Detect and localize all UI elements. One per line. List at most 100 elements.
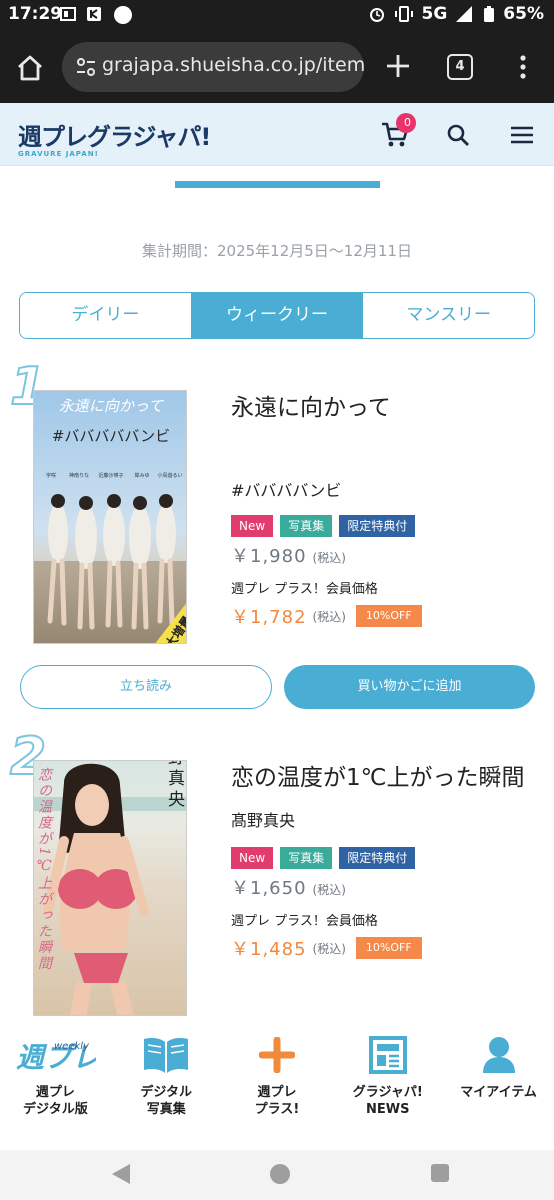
section-title-underline	[175, 181, 380, 188]
tab-daily[interactable]: デイリー	[20, 293, 191, 338]
cover-title: 永遠に向かって	[59, 397, 164, 415]
home-icon[interactable]	[14, 52, 46, 84]
member-price-label: 週プレ プラス！会員価格	[231, 914, 378, 929]
add-to-cart-button[interactable]: 買い物かごに追加	[284, 665, 535, 709]
product-title[interactable]: 永遠に向かって	[231, 391, 531, 425]
badge-row: New 写真集 限定特典付	[231, 847, 531, 869]
nav-label: 週プレ プラス!	[254, 1085, 300, 1117]
product-info: 恋の温度が1℃上がった瞬間 髙野真央 New 写真集 限定特典付 ￥1,650 (…	[231, 761, 531, 961]
cart-count-badge: 0	[396, 113, 416, 133]
search-icon[interactable]	[446, 123, 470, 147]
status-time: 17:29	[8, 4, 63, 24]
product-cover[interactable]: 永遠に向かって #バババババンビ 宇咲 神南りな 近藤沙瑛子 岸みゆ 小鳥遊るい…	[33, 390, 187, 644]
hamburger-menu-icon[interactable]	[510, 125, 534, 145]
battery-icon	[484, 6, 495, 22]
user-icon	[482, 1037, 515, 1073]
cover-name: 神南りな	[69, 472, 89, 479]
cart-button[interactable]: 0	[380, 113, 416, 151]
cover-name: 岸みゆ	[134, 472, 149, 479]
discount-badge: 10%OFF	[355, 937, 422, 959]
url-text: grajapa.shueisha.co.jp/item	[102, 54, 364, 76]
address-bar[interactable]: grajapa.shueisha.co.jp/item	[62, 42, 364, 92]
discount-badge: 10%OFF	[355, 605, 422, 627]
category-badge: 写真集	[280, 515, 333, 537]
product-title[interactable]: 恋の温度が1℃上がった瞬間	[231, 761, 531, 795]
ranking-period: 集計期間：2025年12月5日〜12月11日	[142, 242, 412, 260]
nav-label: マイアイテム	[460, 1085, 537, 1100]
site-header: 週プレグラジャパ! GRAVURE JAPAN! 0	[0, 103, 554, 166]
newspaper-icon	[368, 1036, 407, 1074]
tax-label: (税込)	[312, 609, 346, 624]
gallery-icon	[60, 7, 76, 21]
nav-digital-photobook[interactable]: デジタル 写真集	[111, 1016, 222, 1150]
recents-icon[interactable]	[431, 1164, 449, 1182]
nav-weekly-digital[interactable]: 週プレ weekly 週プレ デジタル版	[0, 1016, 111, 1150]
cover-name: 宇咲	[46, 472, 56, 479]
cover-image: 永遠に向かって #バババババンビ 宇咲 神南りな 近藤沙瑛子 岸みゆ 小鳥遊るい…	[34, 391, 186, 643]
nav-label: デジタル 写真集	[140, 1085, 193, 1117]
tab-monthly[interactable]: マンスリー	[362, 293, 534, 338]
browser-chrome: 17:29 5G 65% grajapa.shueisha.co.jp/item…	[0, 0, 554, 103]
member-price: ￥1,485 (税込) 10%OFF	[231, 935, 531, 961]
open-book-icon	[144, 1038, 189, 1073]
url-row: grajapa.shueisha.co.jp/item 4	[0, 40, 554, 94]
nav-label: グラジャパ! NEWS	[352, 1085, 423, 1117]
product-author[interactable]: 髙野真央	[231, 807, 531, 831]
nav-my-items[interactable]: マイアイテム	[443, 1016, 554, 1150]
logo-text: 週プレグラジャパ!	[18, 123, 211, 151]
weekly-logo-icon: 週プレ weekly	[16, 1041, 96, 1074]
product-price: ￥1,980 (税込)	[231, 542, 531, 568]
product-author[interactable]: #ババババンビ	[231, 477, 531, 501]
alarm-icon	[369, 8, 384, 22]
home-system-icon[interactable]	[270, 1164, 290, 1184]
limited-bonus-badge: 限定特典付	[339, 515, 416, 537]
more-menu-icon[interactable]	[518, 54, 528, 80]
weekly-logo-sub: weekly	[54, 1041, 90, 1052]
cover-image: 髙野真央 恋の温度が1℃上がった瞬間	[34, 761, 186, 1015]
plus-icon	[258, 1037, 295, 1073]
new-tab-icon[interactable]	[384, 52, 412, 80]
battery-percent: 65%	[503, 4, 544, 24]
nav-label: 週プレ デジタル版	[23, 1085, 88, 1117]
site-settings-icon[interactable]	[76, 57, 96, 77]
member-price-value: ￥1,782	[231, 607, 307, 628]
tab-weekly[interactable]: ウィークリー	[190, 293, 363, 338]
cover-name: 小鳥遊るい	[157, 472, 182, 479]
tab-switcher-button[interactable]: 4	[447, 54, 473, 80]
nav-news[interactable]: グラジャパ! NEWS	[332, 1016, 443, 1150]
product-cover[interactable]: 髙野真央 恋の温度が1℃上がった瞬間	[33, 760, 187, 1016]
badge-row: New 写真集 限定特典付	[231, 515, 531, 537]
member-price-label: 週プレ プラス！会員価格	[231, 582, 378, 597]
new-badge: New	[231, 515, 274, 537]
category-badge: 写真集	[280, 847, 333, 869]
vibrate-icon	[394, 6, 413, 22]
app-notification-icon	[87, 7, 101, 21]
preview-button[interactable]: 立ち読み	[20, 665, 272, 709]
cover-group: #バババババンビ	[52, 427, 170, 445]
member-price: ￥1,782 (税込) 10%OFF	[231, 603, 531, 629]
member-price-value: ￥1,485	[231, 939, 307, 960]
tax-label: (税込)	[312, 883, 346, 897]
ranking-period-tabs: デイリー ウィークリー マンスリー	[19, 292, 535, 339]
product-price: ￥1,650 (税込)	[231, 874, 531, 900]
system-navigation-bar	[0, 1150, 554, 1200]
bottom-navigation: 週プレ weekly 週プレ デジタル版 デジタル 写真集 週プレ プラス! グ…	[0, 1016, 554, 1150]
product-info: 永遠に向かって #ババババンビ New 写真集 限定特典付 ￥1,980 (税込)…	[231, 391, 531, 629]
notification-dot-icon	[114, 6, 132, 24]
limited-bonus-badge: 限定特典付	[339, 847, 416, 869]
cover-script: 恋の温度が1℃上がった瞬間	[36, 767, 52, 972]
status-right: 5G 65%	[368, 4, 544, 24]
network-type: 5G	[421, 4, 448, 24]
new-badge: New	[231, 847, 274, 869]
tax-label: (税込)	[312, 551, 346, 565]
site-logo[interactable]: 週プレグラジャパ! GRAVURE JAPAN!	[18, 117, 211, 158]
price-value: ￥1,650	[231, 878, 307, 899]
cover-name: 近藤沙瑛子	[98, 472, 123, 479]
back-icon[interactable]	[110, 1162, 132, 1186]
tax-label: (税込)	[312, 941, 346, 956]
cover-name: 髙野真央	[164, 761, 185, 811]
price-value: ￥1,980	[231, 546, 307, 567]
signal-icon	[456, 6, 473, 22]
status-bar: 17:29 5G 65%	[0, 0, 554, 30]
nav-weekly-plus[interactable]: 週プレ プラス!	[222, 1016, 333, 1150]
